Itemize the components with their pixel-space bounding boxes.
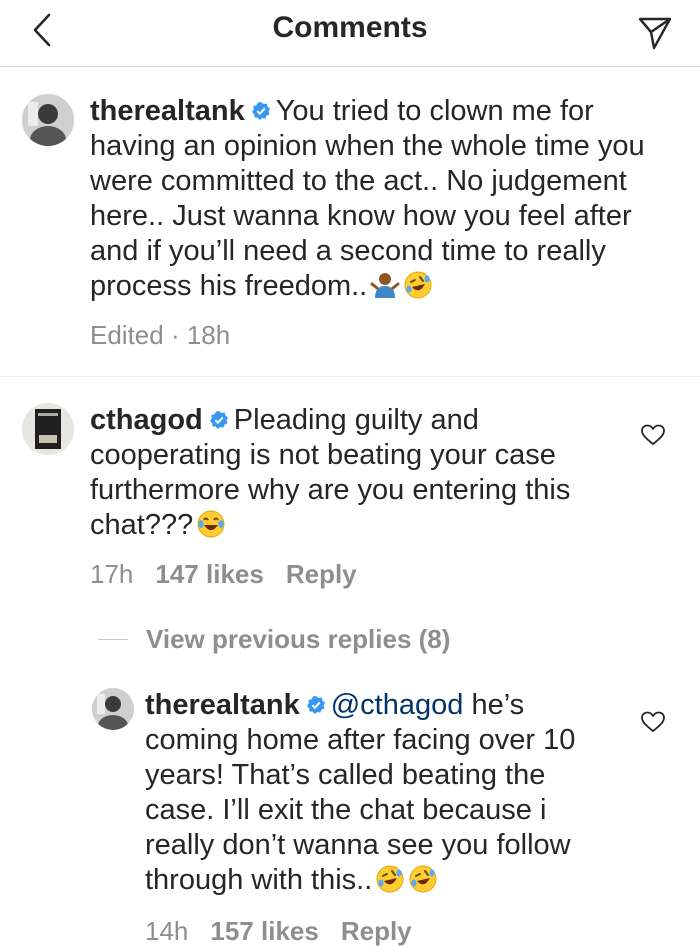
comment-meta: 17h 147 likes Reply (90, 559, 357, 590)
heart-icon[interactable] (640, 423, 666, 447)
view-previous-replies[interactable]: View previous replies (8) (98, 624, 450, 655)
username[interactable]: therealtank (90, 95, 245, 127)
verified-badge-icon (306, 696, 325, 714)
avatar[interactable] (22, 403, 74, 455)
avatar-photo (92, 688, 134, 730)
caption-comment: therealtank You tried to clown me for hav… (0, 66, 700, 376)
reply-text: therealtank @cthagod he’s coming home aft… (145, 688, 615, 898)
reply-button[interactable]: Reply (286, 559, 357, 590)
heart-icon[interactable] (640, 710, 666, 734)
verified-badge-icon (209, 411, 228, 429)
avatar[interactable] (22, 94, 74, 146)
username[interactable]: cthagod (90, 404, 203, 436)
divider (98, 639, 128, 640)
username[interactable]: therealtank (145, 689, 300, 721)
avatar-photo (22, 94, 74, 146)
timestamp: 17h (90, 559, 134, 589)
comments-header: Comments (0, 0, 700, 67)
likes-count[interactable]: 157 likes (210, 916, 318, 947)
comment-item: cthagod Pleading guilty and cooperating i… (0, 377, 700, 607)
view-previous-replies-label: View previous replies (8) (146, 624, 451, 654)
reply-button[interactable]: Reply (341, 916, 412, 947)
timestamp: 14h (145, 916, 189, 946)
edited-timestamp: Edited · 18h (90, 320, 231, 350)
caption-text: therealtank You tried to clown me for hav… (90, 94, 670, 304)
reply-meta: 14h 157 likes Reply (145, 916, 412, 947)
reply-item: therealtank @cthagod he’s coming home aft… (0, 670, 700, 947)
rofl-emoji (404, 271, 432, 299)
paper-plane-icon (638, 17, 672, 50)
share-button[interactable] (634, 12, 676, 54)
verified-badge-icon (251, 102, 270, 120)
avatar[interactable] (92, 688, 134, 730)
page-title: Comments (272, 11, 428, 44)
rofl-emoji (409, 865, 437, 893)
likes-count[interactable]: 147 likes (155, 559, 263, 590)
mention-link[interactable]: @cthagod (331, 689, 464, 721)
person-shrugging-emoji (370, 273, 400, 298)
comment-text: cthagod Pleading guilty and cooperating i… (90, 403, 620, 543)
avatar-photo (22, 403, 74, 455)
rofl-emoji (376, 865, 404, 893)
tears-of-joy-emoji (197, 510, 225, 538)
caption-meta: Edited · 18h (90, 320, 230, 351)
